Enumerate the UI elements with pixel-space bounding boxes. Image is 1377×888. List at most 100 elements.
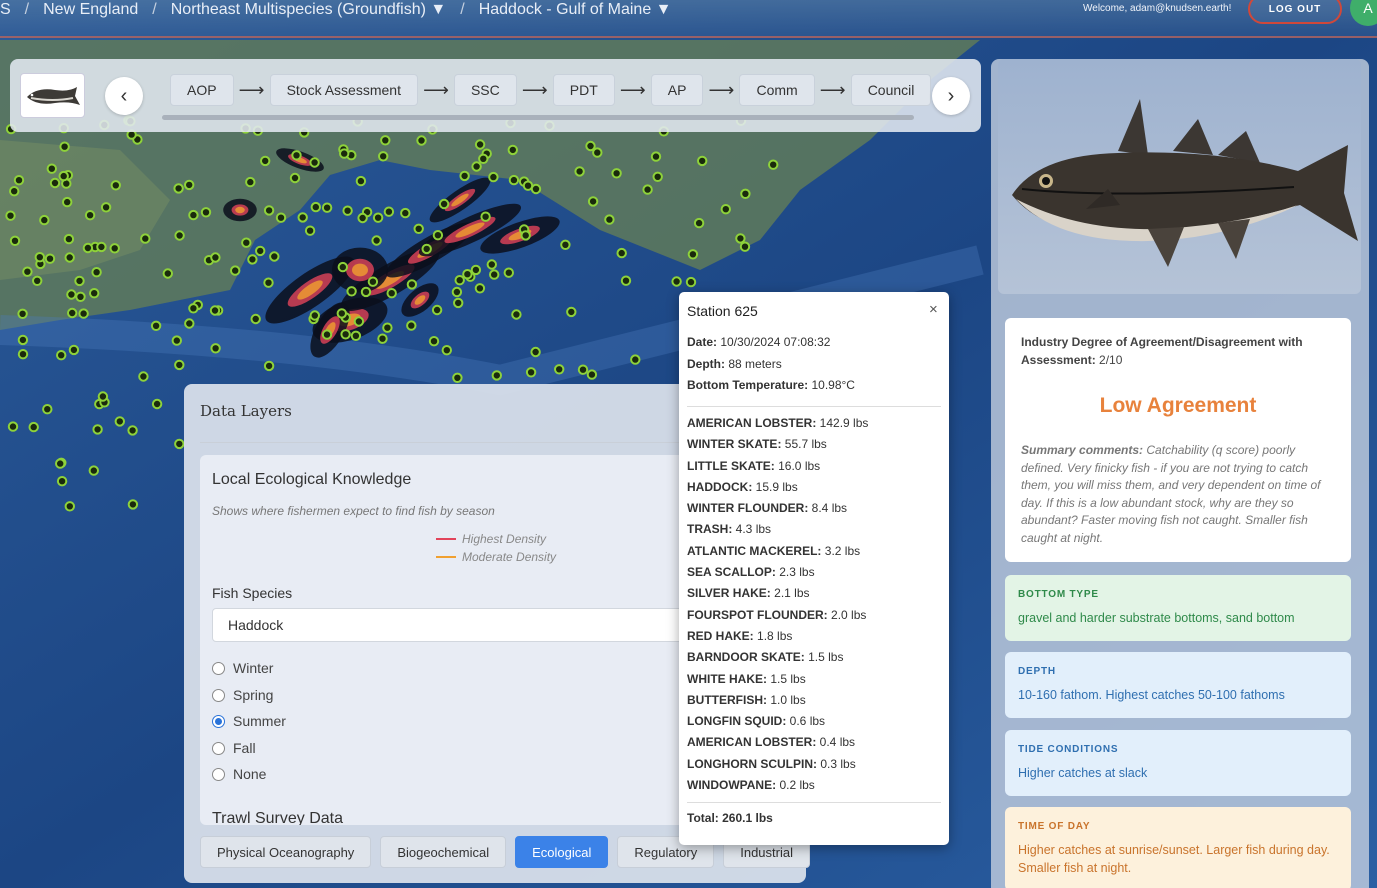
station-marker[interactable] [560,239,571,251]
station-marker[interactable] [9,235,21,247]
workflow-next-button[interactable]: › [932,77,970,115]
station-marker[interactable] [577,364,589,375]
station-marker[interactable] [566,306,577,318]
station-marker[interactable] [592,147,603,158]
station-marker[interactable] [241,237,252,248]
station-marker[interactable] [432,230,444,241]
season-radio[interactable] [212,767,225,781]
station-marker[interactable] [554,364,565,375]
tab-layer-category[interactable]: Biogeochemical [380,836,507,868]
station-marker[interactable] [650,151,662,162]
station-marker[interactable] [39,214,50,226]
station-marker[interactable] [75,291,86,302]
station-marker[interactable] [49,177,61,189]
station-marker[interactable] [400,207,411,219]
station-marker[interactable] [604,214,615,225]
station-marker[interactable] [74,275,85,287]
station-marker[interactable] [210,343,221,354]
station-marker[interactable] [585,140,596,152]
workflow-scrollbar[interactable] [162,115,914,120]
station-marker[interactable] [451,286,463,298]
station-marker[interactable] [247,254,258,265]
station-marker[interactable] [372,212,384,223]
station-marker[interactable] [383,206,395,217]
station-marker[interactable] [250,313,261,325]
station-marker[interactable] [486,259,497,270]
station-marker[interactable] [46,163,57,174]
station-marker[interactable] [127,499,139,510]
station-marker[interactable] [114,416,126,427]
station-marker[interactable] [32,275,43,286]
season-option[interactable]: Fall [212,740,256,756]
station-marker[interactable] [520,230,531,241]
station-marker[interactable] [89,288,100,299]
station-marker[interactable] [620,275,632,286]
tab-layer-category[interactable]: Physical Oceanography [200,836,372,868]
station-marker[interactable] [406,320,417,331]
station-marker[interactable] [174,359,185,371]
station-marker[interactable] [275,212,287,223]
station-marker[interactable] [671,276,682,287]
station-marker[interactable] [735,233,746,244]
station-marker[interactable] [471,161,482,172]
station-marker[interactable] [367,276,379,287]
station-marker[interactable] [453,297,464,309]
station-marker[interactable] [110,180,122,191]
station-marker[interactable] [28,421,39,433]
station-marker[interactable] [382,322,393,333]
workflow-step[interactable]: AOP [170,74,234,106]
station-marker[interactable] [630,354,641,365]
station-marker[interactable] [470,264,482,276]
season-option[interactable]: Summer [212,713,286,729]
station-marker[interactable] [91,267,102,278]
station-marker[interactable] [263,277,274,288]
station-marker[interactable] [491,370,502,381]
station-marker[interactable] [685,276,697,288]
station-marker[interactable] [61,196,73,208]
station-marker[interactable] [260,155,271,167]
station-marker[interactable] [353,316,365,327]
station-marker[interactable] [525,367,537,378]
station-marker[interactable] [413,223,424,235]
station-marker[interactable] [339,148,350,159]
station-marker[interactable] [127,425,138,436]
workflow-step[interactable]: Stock Assessment [269,74,418,106]
station-marker[interactable] [162,268,174,279]
station-marker[interactable] [416,135,427,146]
station-marker[interactable] [511,309,522,320]
station-marker[interactable] [386,288,397,299]
station-marker[interactable] [88,465,100,476]
station-marker[interactable] [587,196,599,207]
station-marker[interactable] [377,333,388,344]
station-marker[interactable] [438,198,450,210]
breadcrumb-stock-dropdown[interactable]: Haddock - Gulf of Maine ▼ [479,1,672,19]
workflow-step[interactable]: PDT [552,74,615,106]
station-marker[interactable] [42,404,53,415]
station-marker[interactable] [355,175,367,187]
station-marker[interactable] [346,286,357,297]
station-marker[interactable] [44,253,56,264]
station-marker[interactable] [421,243,432,255]
station-marker[interactable] [687,249,699,260]
station-marker[interactable] [97,391,109,402]
station-marker[interactable] [173,183,184,194]
station-marker[interactable] [739,241,751,252]
season-radio[interactable] [212,688,225,702]
season-option[interactable]: Winter [212,660,273,676]
station-marker[interactable] [693,217,705,229]
station-marker[interactable] [5,210,16,221]
station-marker[interactable] [245,176,256,188]
avatar[interactable]: A [1350,0,1377,26]
station-marker[interactable] [720,204,731,215]
station-marker[interactable] [140,233,151,244]
station-marker[interactable] [309,157,320,168]
station-marker[interactable] [480,211,491,222]
station-marker[interactable] [428,336,440,347]
station-marker[interactable] [82,242,94,254]
station-marker[interactable] [200,207,212,218]
station-marker[interactable] [337,261,348,273]
station-marker[interactable] [474,139,486,150]
season-option[interactable]: None [212,766,266,782]
station-marker[interactable] [574,166,585,177]
station-marker[interactable] [380,135,391,146]
